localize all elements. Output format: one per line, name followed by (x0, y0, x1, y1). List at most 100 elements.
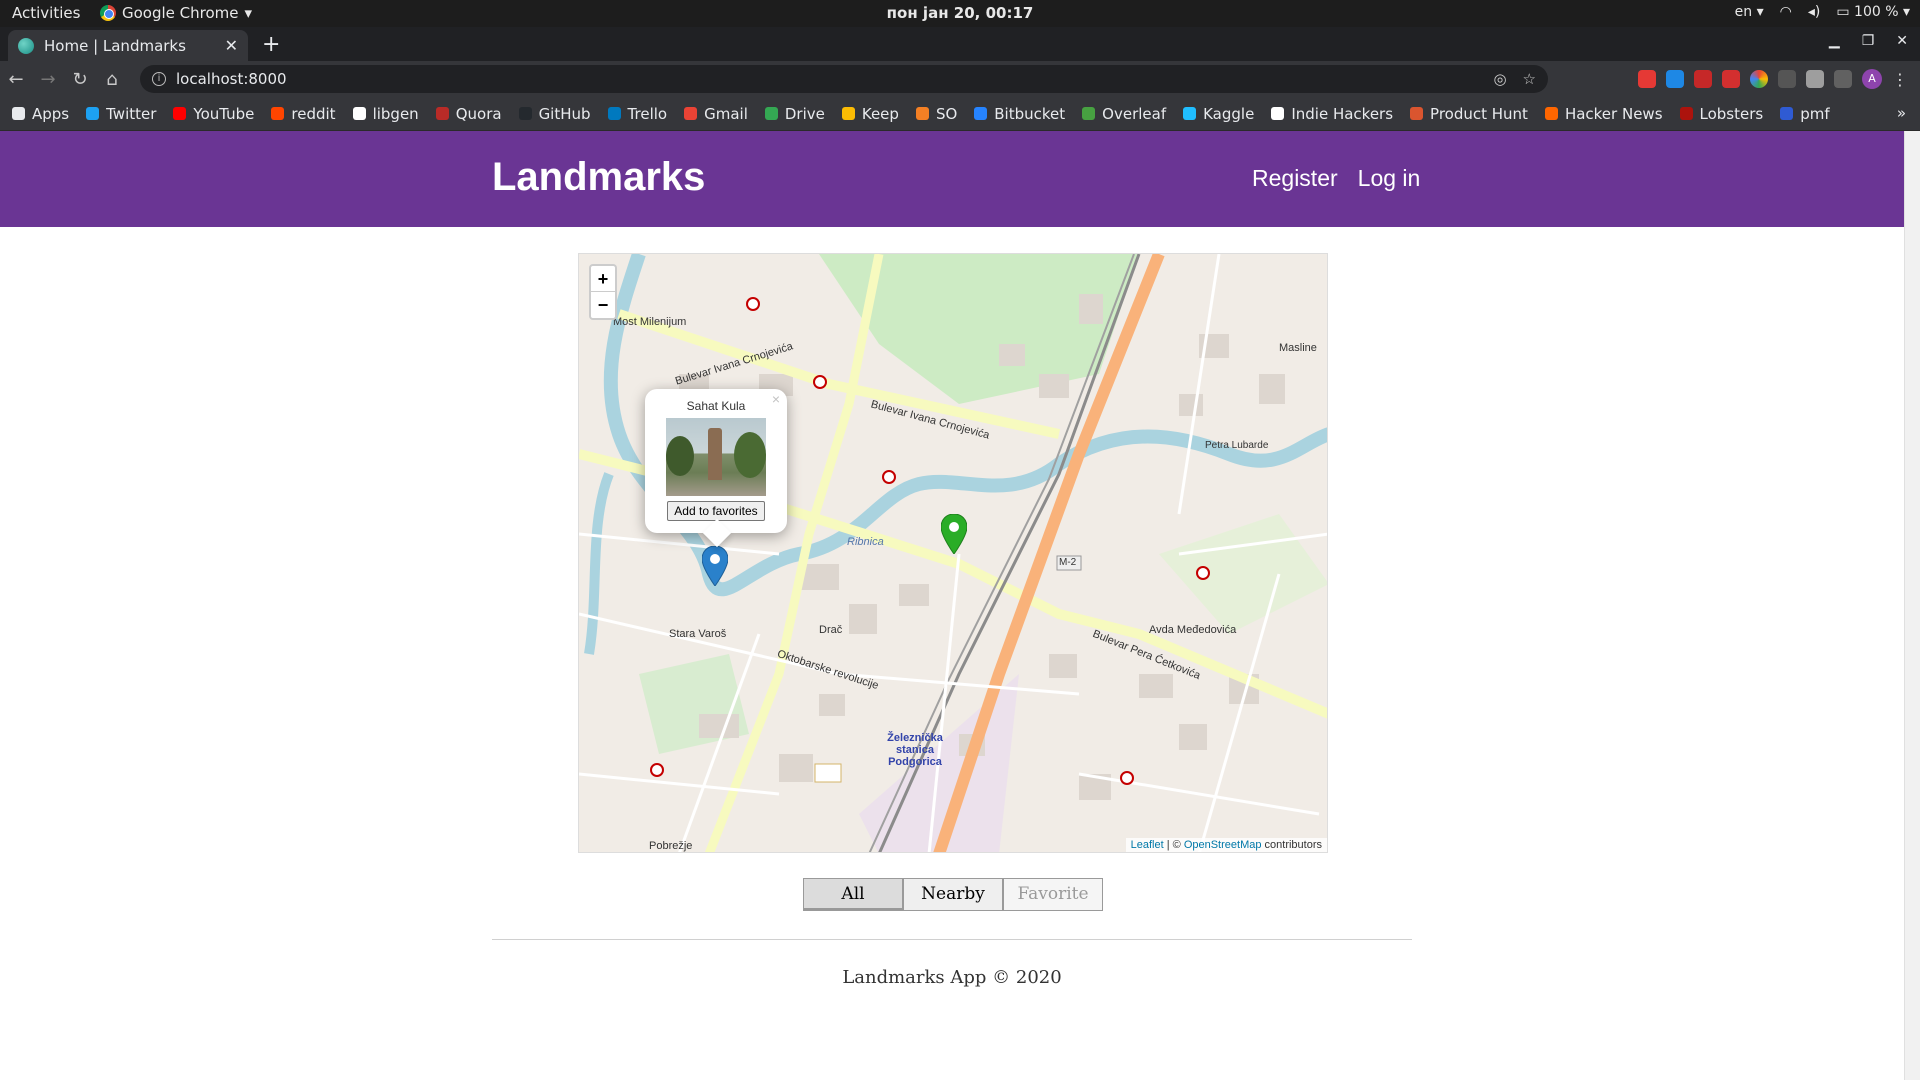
restore-icon[interactable]: ❐ (1862, 33, 1875, 49)
green-map-marker-icon[interactable] (941, 514, 967, 554)
leaflet-link[interactable]: Leaflet (1131, 839, 1164, 851)
map[interactable]: Most Milenijum Bulevar Ivana Crnojevića … (578, 253, 1328, 853)
new-tab-button[interactable]: + (262, 32, 280, 57)
bookmark-favicon-icon (1679, 107, 1693, 120)
brand-link[interactable]: Landmarks (492, 155, 705, 200)
bookmark-favicon-icon (764, 107, 778, 120)
reload-icon[interactable]: ↻ (64, 69, 96, 90)
extension-icon[interactable] (1750, 70, 1768, 88)
bookmark-label: Lobsters (1699, 104, 1764, 123)
bookmark-github[interactable]: GitHub (518, 105, 591, 123)
system-tray[interactable]: en ▾ ◠ ◂) ▭ 100 % ▾ (1735, 4, 1910, 20)
language-indicator[interactable]: en ▾ (1735, 4, 1764, 20)
extension-icon[interactable] (1666, 70, 1684, 88)
bookmark-label: Overleaf (1102, 104, 1167, 123)
filter-all-button[interactable]: All (803, 878, 903, 911)
tab-title: Home | Landmarks (44, 36, 186, 55)
menu-dots-icon[interactable]: ⋮ (1892, 70, 1908, 89)
map-label: Petra Lubarde (1205, 440, 1269, 451)
bookmark-label: reddit (291, 104, 336, 123)
profile-avatar[interactable]: A (1862, 69, 1882, 89)
battery-indicator: ▭ 100 % ▾ (1836, 4, 1910, 20)
bookmark-libgen[interactable]: libgen (352, 105, 419, 123)
bookmark-favicon-icon (915, 107, 929, 120)
bookmark-product-hunt[interactable]: Product Hunt (1410, 105, 1528, 123)
zoom-out-button[interactable]: − (591, 292, 615, 318)
home-icon[interactable]: ⌂ (96, 69, 128, 90)
popup-close-icon[interactable]: × (772, 391, 780, 407)
bookmark-favicon-icon (271, 107, 285, 120)
location-icon[interactable]: ◎ (1493, 70, 1506, 88)
close-window-icon[interactable]: ✕ (1896, 33, 1908, 49)
bookmark-drive[interactable]: Drive (764, 105, 825, 123)
activities-button[interactable]: Activities (12, 4, 80, 22)
bookmarks-overflow-icon[interactable]: » (1897, 104, 1906, 122)
zoom-in-button[interactable]: + (591, 266, 615, 292)
info-icon[interactable]: i (152, 72, 166, 86)
extension-icon[interactable] (1806, 70, 1824, 88)
map-label: Most Milenijum (613, 316, 687, 328)
login-link[interactable]: Log in (1358, 165, 1421, 192)
extension-icon[interactable] (1694, 70, 1712, 88)
bookmark-favicon-icon (1271, 107, 1285, 120)
bookmark-twitter[interactable]: Twitter (86, 105, 156, 123)
extension-icon[interactable] (1722, 70, 1740, 88)
extension-icon[interactable] (1638, 70, 1656, 88)
bookmark-indie-hackers[interactable]: Indie Hackers (1271, 105, 1393, 123)
map-label: M-2 (1059, 557, 1077, 568)
bookmark-gmail[interactable]: Gmail (684, 105, 748, 123)
bookmark-hacker-news[interactable]: Hacker News (1544, 105, 1663, 123)
bookmark-star-icon[interactable]: ☆ (1523, 70, 1536, 88)
map-attribution: Leaflet | © OpenStreetMap contributors (1125, 838, 1327, 852)
bookmark-reddit[interactable]: reddit (271, 104, 336, 123)
bookmark-favicon-icon (974, 107, 988, 120)
site-navbar: Landmarks Register Log in (0, 131, 1904, 227)
bookmark-favicon-icon (684, 107, 698, 120)
chevron-down-icon: ▾ (244, 4, 253, 22)
blue-map-marker-icon[interactable] (702, 546, 728, 586)
bookmark-so[interactable]: SO (915, 104, 958, 123)
back-icon[interactable]: ← (0, 69, 32, 90)
app-menu[interactable]: Google Chrome ▾ (100, 4, 252, 22)
zoom-control: + − (589, 264, 617, 320)
extension-icon[interactable] (1834, 70, 1852, 88)
bookmark-pmf[interactable]: pmf (1780, 104, 1830, 123)
map-label: Pobrežje (649, 840, 693, 852)
extension-icon[interactable] (1778, 70, 1796, 88)
bookmark-trello[interactable]: Trello (607, 105, 667, 123)
bookmark-lobsters[interactable]: Lobsters (1679, 104, 1764, 123)
map-label: Ribnica (847, 536, 884, 548)
forward-icon[interactable]: → (32, 69, 64, 90)
url-text: localhost:8000 (176, 70, 287, 88)
close-tab-icon[interactable]: ✕ (225, 36, 238, 55)
bookmark-favicon-icon (173, 107, 187, 120)
bookmark-keep[interactable]: Keep (841, 105, 899, 123)
browser-tab[interactable]: Home | Landmarks ✕ (8, 30, 248, 61)
filter-nearby-button[interactable]: Nearby (903, 878, 1003, 911)
bookmark-label: pmf (1800, 104, 1830, 123)
popup-title: Sahat Kula (686, 399, 746, 413)
bookmark-quora[interactable]: Quora (435, 105, 502, 123)
bookmark-favicon-icon (1183, 107, 1197, 120)
page-scrollbar[interactable] (1904, 131, 1920, 1080)
bookmark-label: Twitter (106, 104, 157, 123)
bookmark-label: Bitbucket (994, 104, 1066, 123)
bookmark-label: SO (935, 104, 958, 123)
favicon-icon (18, 37, 34, 54)
address-bar[interactable]: i localhost:8000 ◎ ☆ (140, 65, 1548, 93)
bookmark-youtube[interactable]: YouTube (173, 105, 254, 123)
minimize-icon[interactable]: ▁ (1829, 33, 1840, 49)
bookmark-overleaf[interactable]: Overleaf (1082, 105, 1166, 123)
divider (492, 939, 1412, 940)
clock[interactable]: пон јан 20, 00:17 (0, 4, 1920, 22)
bookmark-apps[interactable]: Apps (12, 105, 69, 123)
bookmarks-bar: Apps Twitter YouTube reddit libgen Quora GitHu… (0, 97, 1920, 131)
bookmark-kaggle[interactable]: Kaggle (1183, 105, 1254, 123)
register-link[interactable]: Register (1252, 165, 1338, 192)
osm-link[interactable]: OpenStreetMap (1184, 839, 1262, 851)
bookmark-favicon-icon (518, 107, 532, 120)
bookmark-favicon-icon (1082, 107, 1096, 120)
bookmark-bitbucket[interactable]: Bitbucket (974, 105, 1065, 123)
filter-favorite-button[interactable]: Favorite (1003, 878, 1103, 911)
bookmark-favicon-icon (1780, 107, 1794, 120)
